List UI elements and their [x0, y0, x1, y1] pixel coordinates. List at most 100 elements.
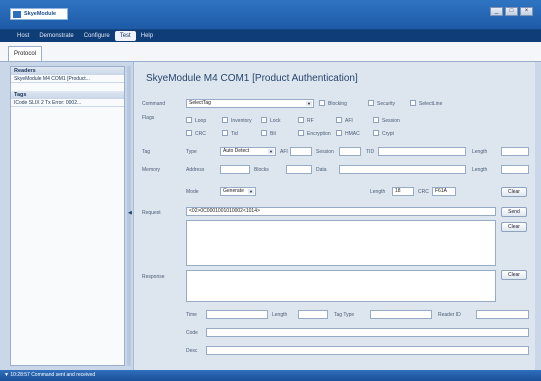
send-button[interactable]: Send — [501, 207, 527, 217]
blocking-checkbox[interactable] — [319, 100, 325, 106]
tag-type-value: Auto Detect — [223, 148, 250, 154]
session-label: Session — [316, 149, 334, 155]
tag-item[interactable]: ICode SLIX 2 Tx Error: 0002... — [11, 99, 124, 107]
flag-tid-checkbox[interactable] — [222, 130, 228, 136]
command-label: Command — [142, 101, 166, 107]
memory-length-field[interactable] — [501, 165, 529, 174]
close-button[interactable]: × — [520, 7, 533, 16]
request-input[interactable]: <02>0C0001001010002<1014> — [186, 207, 496, 216]
crc-field[interactable]: F61A — [432, 187, 456, 196]
clear-response-button[interactable]: Clear — [501, 270, 527, 280]
flag-encryption-label: Encryption — [307, 131, 331, 137]
flag-inventory-label: Inventory — [231, 118, 252, 124]
tags-header: Tags — [11, 91, 124, 99]
chevron-down-icon: ▼ — [248, 189, 254, 194]
tag-type-select[interactable]: Auto Detect ▼ — [220, 147, 276, 156]
flag-crypt-label: Crypt — [382, 131, 394, 137]
flag-inventory-checkbox[interactable] — [222, 117, 228, 123]
window-controls: _ □ × — [490, 7, 533, 16]
desc-field[interactable] — [206, 346, 529, 355]
app-logo-text: SkyeModule — [24, 11, 57, 17]
flag-rf-checkbox[interactable] — [298, 117, 304, 123]
minimize-button[interactable]: _ — [490, 7, 503, 16]
tab-protocol[interactable]: Protocol — [8, 46, 43, 61]
response-length-label: Length — [272, 312, 288, 318]
flag-loop-checkbox[interactable] — [186, 117, 192, 123]
session-field[interactable] — [339, 147, 361, 156]
logo-mark-icon — [13, 10, 21, 18]
flag-tid-label: Tid — [231, 131, 238, 137]
flag-encryption-checkbox[interactable] — [298, 130, 304, 136]
flag-loop-label: Loop — [195, 118, 207, 124]
reader-id-label: Reader ID — [438, 312, 461, 318]
data-label: Data — [316, 167, 327, 173]
menu-host[interactable]: Host — [12, 31, 34, 41]
code-field[interactable] — [206, 328, 529, 337]
status-bar: ▼ 10:28:57 Command sent and received — [0, 370, 541, 381]
flag-hmac-label: HMAC — [345, 131, 360, 137]
flag-afi-checkbox[interactable] — [336, 117, 342, 123]
mode-label: Mode — [186, 189, 199, 195]
menu-test[interactable]: Test — [114, 31, 136, 41]
flag-lock-checkbox[interactable] — [261, 117, 267, 123]
tid-label: TID — [366, 149, 375, 155]
crc-label: CRC — [418, 189, 429, 195]
menu-help[interactable]: Help — [136, 31, 158, 41]
tag-length-label: Length — [472, 149, 488, 155]
collapse-arrow-icon[interactable]: ◀ — [128, 210, 132, 216]
chevron-down-icon: ▼ — [306, 101, 312, 106]
panel-splitter[interactable] — [127, 66, 131, 366]
menu-demonstrate[interactable]: Demonstrate — [34, 31, 78, 41]
time-field[interactable] — [206, 310, 268, 319]
code-label: Code — [186, 330, 198, 336]
response-area[interactable] — [186, 270, 496, 302]
mode-select[interactable]: Generate ▼ — [220, 187, 256, 196]
address-label: Address — [186, 167, 205, 173]
sidebar: Readers SkyeModule M4 COM1 [Product... T… — [10, 66, 125, 366]
app-logo: SkyeModule — [10, 8, 68, 20]
tag-length-field[interactable] — [501, 147, 529, 156]
data-field[interactable] — [339, 165, 466, 174]
flag-hmac-checkbox[interactable] — [336, 130, 342, 136]
flags-label: Flags — [142, 115, 155, 121]
maximize-button[interactable]: □ — [505, 7, 518, 16]
menu-configure[interactable]: Configure — [79, 31, 115, 41]
reader-item[interactable]: SkyeModule M4 COM1 [Product... — [11, 75, 124, 83]
flag-afi-label: AFI — [345, 118, 353, 124]
security-checkbox[interactable] — [368, 100, 374, 106]
clear-request-button[interactable]: Clear — [501, 222, 527, 232]
request-label: Request — [142, 210, 161, 216]
selectline-checkbox[interactable] — [410, 100, 416, 106]
address-field[interactable] — [220, 165, 250, 174]
tag-type-label: Type — [186, 149, 197, 155]
main-panel: SkyeModule M4 COM1 [Product Authenticati… — [133, 62, 535, 370]
tid-field[interactable] — [378, 147, 466, 156]
selectline-label: SelectLine — [419, 101, 443, 107]
flag-lock-label: Lock — [270, 118, 281, 124]
flag-crc-checkbox[interactable] — [186, 130, 192, 136]
clear-mode-button[interactable]: Clear — [501, 187, 527, 197]
tag-type-result-label: Tag Type — [334, 312, 355, 318]
blocks-field[interactable] — [286, 165, 312, 174]
desc-label: Desc — [186, 348, 198, 354]
command-select[interactable]: SelectTag ▼ — [186, 99, 314, 108]
flag-crypt-checkbox[interactable] — [373, 130, 379, 136]
mode-length-label: Length — [370, 189, 386, 195]
flag-bit-label: Bit — [270, 131, 276, 137]
flag-session-checkbox[interactable] — [373, 117, 379, 123]
flag-bit-checkbox[interactable] — [261, 130, 267, 136]
tag-type-result-field[interactable] — [370, 310, 432, 319]
response-length-field[interactable] — [298, 310, 328, 319]
mode-length-field[interactable]: 18 — [392, 187, 414, 196]
afi-label: AFI — [280, 149, 288, 155]
blocking-label: Blocking — [328, 101, 347, 107]
tag-label: Tag — [142, 149, 151, 155]
memory-label: Memory — [142, 167, 161, 173]
request-log-area[interactable] — [186, 220, 496, 266]
security-label: Security — [377, 101, 396, 107]
afi-field[interactable] — [290, 147, 312, 156]
response-label: Response — [142, 274, 165, 280]
reader-id-field[interactable] — [476, 310, 529, 319]
mode-value: Generate — [223, 188, 244, 194]
time-label: Time — [186, 312, 197, 318]
